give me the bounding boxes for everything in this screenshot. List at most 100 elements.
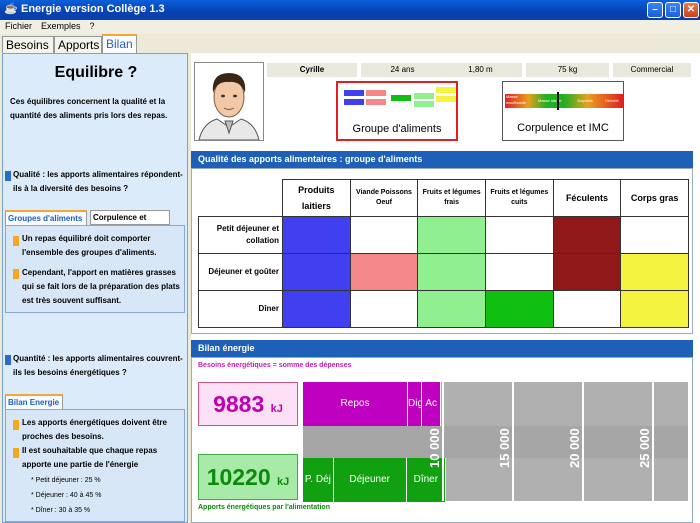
axis-tick-label: 25 000: [637, 428, 652, 468]
energy-bar-chart: Repos Dig Ac P. Déj Déjeuner Dîner 10 000 15 00…: [303, 382, 688, 502]
food-group-cell: [417, 253, 486, 291]
advice-bullet-icon: [13, 420, 19, 430]
supply-unit: kJ: [277, 476, 290, 488]
maximize-button[interactable]: □: [665, 2, 681, 18]
menu-bar: Fichier Exemples?: [0, 20, 700, 34]
axis-tick-label: 20 000: [567, 428, 582, 468]
advice-text: Il est souhaitable que chaque repas appo…: [22, 446, 158, 469]
subtab-groupes[interactable]: Groupes d'aliments: [5, 210, 87, 225]
food-group-cell: [349, 216, 419, 254]
profile-name: Cyrille: [267, 63, 357, 77]
advice-text: Cependant, l'apport en matières grasses …: [22, 268, 180, 305]
column-header: Féculents: [552, 179, 622, 217]
food-groups-table: Produits laitiers Viande Poissons Oeuf F…: [198, 179, 689, 328]
quality-subtabs: Groupes d'aliments Corpulence et I.M.C: [5, 210, 185, 235]
row-header: Déjeuner et goûter: [198, 253, 283, 291]
food-group-cell: [552, 290, 622, 328]
profile-age: 24 ans: [361, 63, 444, 77]
needs-bar-segment: Dig: [408, 382, 422, 426]
advice-bullet-icon: [13, 236, 19, 246]
column-header: Fruits et légumes frais: [417, 179, 486, 217]
needs-total: 9883 kJ: [198, 382, 298, 426]
axis-tick-label: 10 000: [427, 428, 442, 468]
needs-bar-segment: Repos: [303, 382, 408, 426]
menu-exemples[interactable]: Exemples: [36, 20, 85, 31]
gridline: [652, 382, 654, 501]
gridline: [512, 382, 514, 501]
supply-bar-segment: Déjeuner: [333, 458, 407, 502]
imc-marker: [557, 92, 559, 110]
person-portrait-icon: [198, 73, 260, 141]
column-header: Viande Poissons Oeuf: [349, 179, 419, 217]
food-group-cell: [552, 253, 622, 291]
row-header: Petit déjeuner et collation: [198, 216, 283, 254]
food-group-cell: [484, 253, 554, 291]
needs-caption: Besoins énergétiques = somme des dépense…: [198, 362, 352, 369]
window-title: Energie version Collège 1.3: [21, 3, 165, 15]
food-group-cell: [484, 216, 554, 254]
food-group-cell: [417, 216, 486, 254]
food-groups-label: Groupe d'aliments: [352, 123, 442, 135]
intro-text: Ces équilibres concernent la qualité et …: [10, 97, 168, 120]
quantity-bullet-icon: [5, 355, 11, 365]
main-tabs: Besoins Apports Bilan: [0, 34, 700, 53]
food-groups-icon: [344, 87, 456, 107]
subtab-corpulence[interactable]: Corpulence et I.M.C: [90, 210, 170, 235]
energy-subtabs: Bilan Energie: [5, 394, 185, 409]
menu-fichier[interactable]: Fichier: [0, 20, 36, 31]
column-header: Corps gras: [620, 179, 689, 217]
food-groups-card[interactable]: Groupe d'aliments: [336, 81, 458, 141]
meal-share: * Petit déjeuner : 25 %: [31, 477, 101, 484]
imc-card[interactable]: Masse insuffisante Masse idéale Surpoids…: [502, 81, 624, 141]
profile-job: Commercial: [613, 63, 691, 77]
food-group-cell: [620, 216, 689, 254]
close-button[interactable]: ✕: [683, 2, 699, 18]
energy-advice-box: Les apports énergétiques doivent être pr…: [5, 409, 185, 522]
results-panel: Cyrille 24 ans 1,80 m 75 kg Commercial G…: [191, 53, 700, 523]
food-group-cell: [282, 253, 351, 291]
tab-bilan[interactable]: Bilan: [102, 34, 137, 53]
food-group-cell: [620, 290, 689, 328]
needs-value: 9883: [213, 391, 265, 417]
food-group-cell: [552, 216, 622, 254]
energy-section-header: Bilan énergie: [191, 340, 693, 357]
column-header: Fruits et légumes cuits: [484, 179, 554, 217]
chart-band: [303, 426, 688, 458]
tab-apports[interactable]: Apports: [54, 36, 102, 53]
food-group-cell: [282, 216, 351, 254]
quality-advice-box: Un repas équilibré doit comporter l'ense…: [5, 225, 185, 313]
supply-value: 10220: [206, 464, 271, 490]
row-header: Dîner: [198, 290, 283, 328]
quality-question: Qualité : les apports alimentaires répon…: [13, 170, 183, 193]
advice-text: Les apports énergétiques doivent être pr…: [22, 418, 167, 441]
food-group-cell: [484, 290, 554, 328]
quantity-question: Quantité : les apports alimentaires couv…: [13, 354, 183, 377]
imc-scale-label: Masse insuffisante: [506, 94, 527, 105]
table-row: Petit déjeuner et collation: [198, 216, 689, 254]
food-group-cell: [349, 253, 419, 291]
profile-weight: 75 kg: [526, 63, 609, 77]
food-group-cell: [620, 253, 689, 291]
advice-bullet-icon: [13, 269, 19, 279]
menu-help[interactable]: ?: [85, 20, 99, 31]
meal-share: * Déjeuner : 40 à 45 %: [31, 492, 102, 499]
meal-share: * Dîner : 30 à 35 %: [31, 507, 91, 514]
imc-label: Corpulence et IMC: [517, 122, 609, 134]
tab-besoins[interactable]: Besoins: [2, 36, 54, 53]
needs-unit: kJ: [270, 403, 283, 415]
panel-title: Equilibre ?: [54, 64, 138, 81]
axis-tick-label: 15 000: [497, 428, 512, 468]
quality-bullet-icon: [5, 171, 11, 181]
java-cup-icon: ☕: [4, 3, 18, 15]
needs-bar-segment: Ac: [422, 382, 442, 426]
imc-scale-bar: Masse insuffisante Masse idéale Surpoids…: [505, 92, 623, 110]
imc-scale-label: Surpoids: [577, 98, 593, 103]
food-group-cell: [417, 290, 486, 328]
profile-height: 1,80 m: [439, 63, 522, 77]
subtab-bilan-energie[interactable]: Bilan Energie: [5, 394, 63, 409]
supply-bar-segment: P. Déj: [303, 458, 334, 502]
minimize-button[interactable]: –: [647, 2, 663, 18]
avatar: [194, 62, 264, 141]
explanation-panel: Equilibre ? Ces équilibres concernent la…: [2, 53, 188, 523]
imc-scale-label: Obésité: [605, 98, 619, 103]
